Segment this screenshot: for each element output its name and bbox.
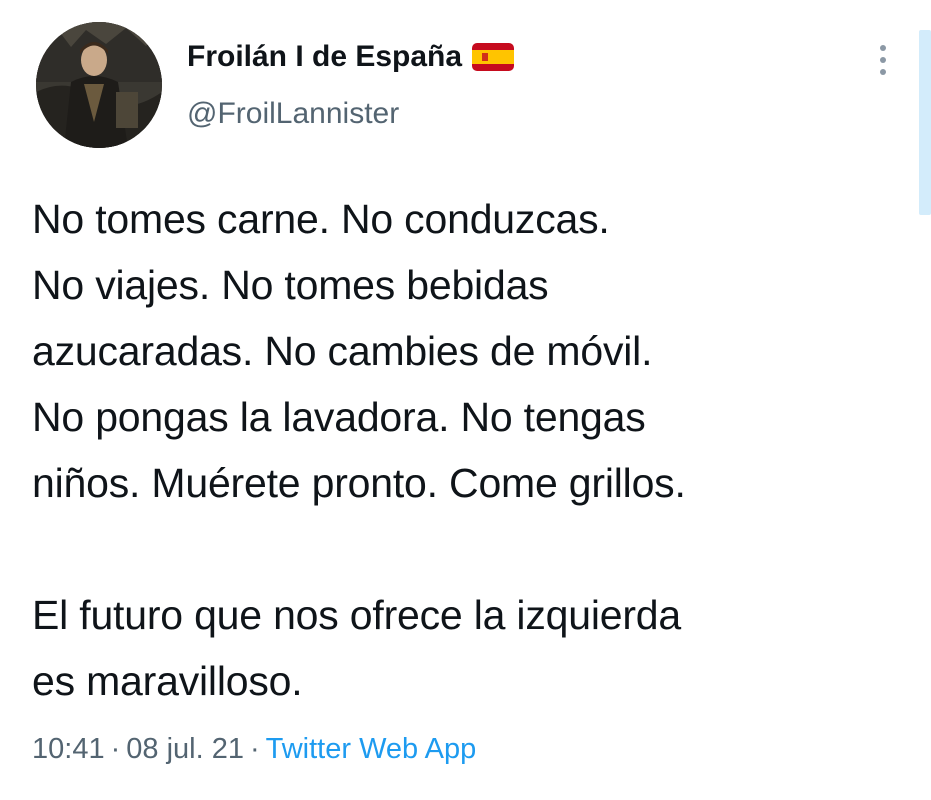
handle[interactable]: @FroilLannister <box>187 97 399 131</box>
meta-separator: · <box>110 733 121 765</box>
tweet-time[interactable]: 10:41 <box>32 733 105 765</box>
tweet-source-link[interactable]: Twitter Web App <box>266 733 477 765</box>
display-name[interactable]: Froilán I de España <box>187 40 515 74</box>
tweet-meta: 10:41 · 08 jul. 21 · Twitter Web App <box>32 733 476 766</box>
tweet-text: No tomes carne. No conduzcas. No viajes.… <box>32 196 686 704</box>
tweet-date[interactable]: 08 jul. 21 <box>126 733 244 765</box>
spain-flag-icon <box>472 43 515 71</box>
avatar[interactable] <box>36 22 162 148</box>
more-options-icon[interactable] <box>872 40 894 80</box>
display-name-text: Froilán I de España <box>187 40 463 73</box>
scroll-indicator <box>919 30 931 215</box>
meta-separator: · <box>249 733 260 765</box>
